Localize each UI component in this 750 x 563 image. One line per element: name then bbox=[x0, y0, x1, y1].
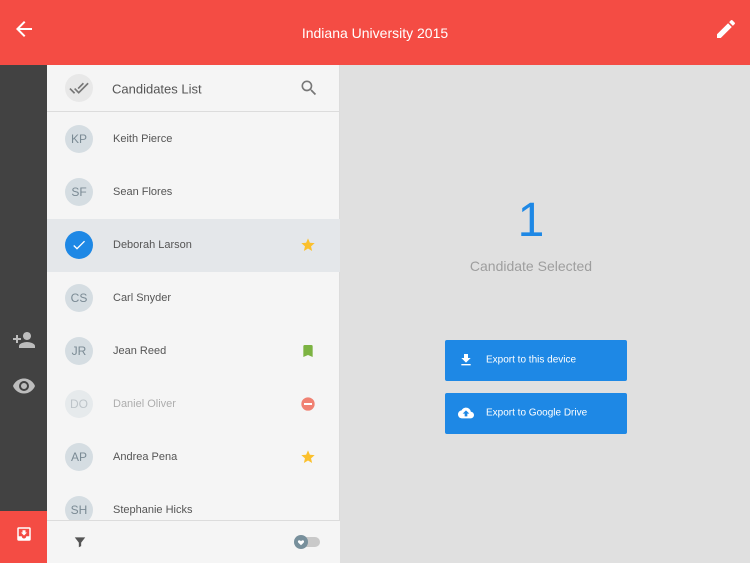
avatar bbox=[65, 231, 93, 259]
candidates-panel: Candidates List KP Keith Pierce SF Sean … bbox=[47, 65, 340, 563]
bookmark-icon[interactable] bbox=[300, 343, 316, 359]
list-item[interactable]: CS Carl Snyder bbox=[47, 272, 340, 325]
download-icon bbox=[461, 354, 471, 366]
export-device-label: Export to this device bbox=[486, 354, 577, 366]
app-bar: Indiana University 2015 bbox=[0, 0, 750, 65]
favorites-toggle[interactable] bbox=[292, 534, 322, 550]
search-icon[interactable] bbox=[299, 78, 319, 98]
selection-summary: 1 Candidate Selected Export to this devi… bbox=[341, 65, 750, 563]
list-item[interactable]: SH Stephanie Hicks bbox=[47, 484, 340, 521]
avatar: SF bbox=[65, 178, 93, 206]
candidate-name: Sean Flores bbox=[113, 186, 173, 198]
remove-icon[interactable] bbox=[300, 396, 316, 412]
candidate-list: KP Keith Pierce SF Sean Flores Deborah L… bbox=[47, 113, 340, 521]
list-item[interactable]: SF Sean Flores bbox=[47, 166, 340, 219]
avatar: CS bbox=[65, 284, 93, 312]
list-item[interactable]: DO Daniel Oliver bbox=[47, 378, 340, 431]
done-all-icon bbox=[69, 82, 89, 94]
panel-header: Candidates List bbox=[47, 65, 339, 112]
export-drive-button[interactable]: Export to Google Drive bbox=[445, 393, 627, 434]
candidate-name: Keith Pierce bbox=[113, 133, 173, 145]
star-icon[interactable] bbox=[300, 449, 316, 465]
filter-icon[interactable] bbox=[73, 535, 87, 549]
avatar: JR bbox=[65, 337, 93, 365]
list-item[interactable]: Deborah Larson bbox=[47, 219, 340, 272]
candidate-name: Jean Reed bbox=[113, 345, 167, 357]
avatar: AP bbox=[65, 443, 93, 471]
list-item[interactable]: KP Keith Pierce bbox=[47, 113, 340, 166]
export-nav-item[interactable] bbox=[0, 511, 47, 563]
panel-title: Candidates List bbox=[112, 81, 202, 97]
candidate-name: Daniel Oliver bbox=[113, 398, 176, 410]
edit-icon[interactable] bbox=[714, 17, 738, 41]
selected-count: 1 bbox=[517, 194, 545, 247]
eye-icon[interactable] bbox=[12, 374, 36, 398]
candidate-name: Andrea Pena bbox=[113, 451, 178, 463]
avatar: SH bbox=[65, 496, 93, 521]
nav-rail bbox=[0, 65, 47, 563]
candidate-name: Stephanie Hicks bbox=[113, 504, 193, 516]
list-item[interactable]: AP Andrea Pena bbox=[47, 431, 340, 484]
export-drive-label: Export to Google Drive bbox=[486, 407, 588, 419]
candidate-name: Carl Snyder bbox=[113, 292, 172, 304]
inbox-download-icon bbox=[17, 527, 31, 541]
add-person-icon[interactable] bbox=[12, 328, 36, 352]
list-item[interactable]: JR Jean Reed bbox=[47, 325, 340, 378]
panel-footer bbox=[47, 520, 340, 563]
avatar: DO bbox=[65, 390, 93, 418]
candidate-name: Deborah Larson bbox=[113, 239, 192, 251]
avatar: KP bbox=[65, 125, 93, 153]
star-icon[interactable] bbox=[300, 237, 316, 253]
check-icon bbox=[73, 240, 85, 250]
export-device-button[interactable]: Export to this device bbox=[445, 340, 627, 381]
select-all-button[interactable] bbox=[65, 74, 93, 102]
page-title: Indiana University 2015 bbox=[301, 25, 449, 41]
cloud-upload-icon bbox=[458, 407, 474, 419]
selected-count-label: Candidate Selected bbox=[469, 258, 593, 274]
